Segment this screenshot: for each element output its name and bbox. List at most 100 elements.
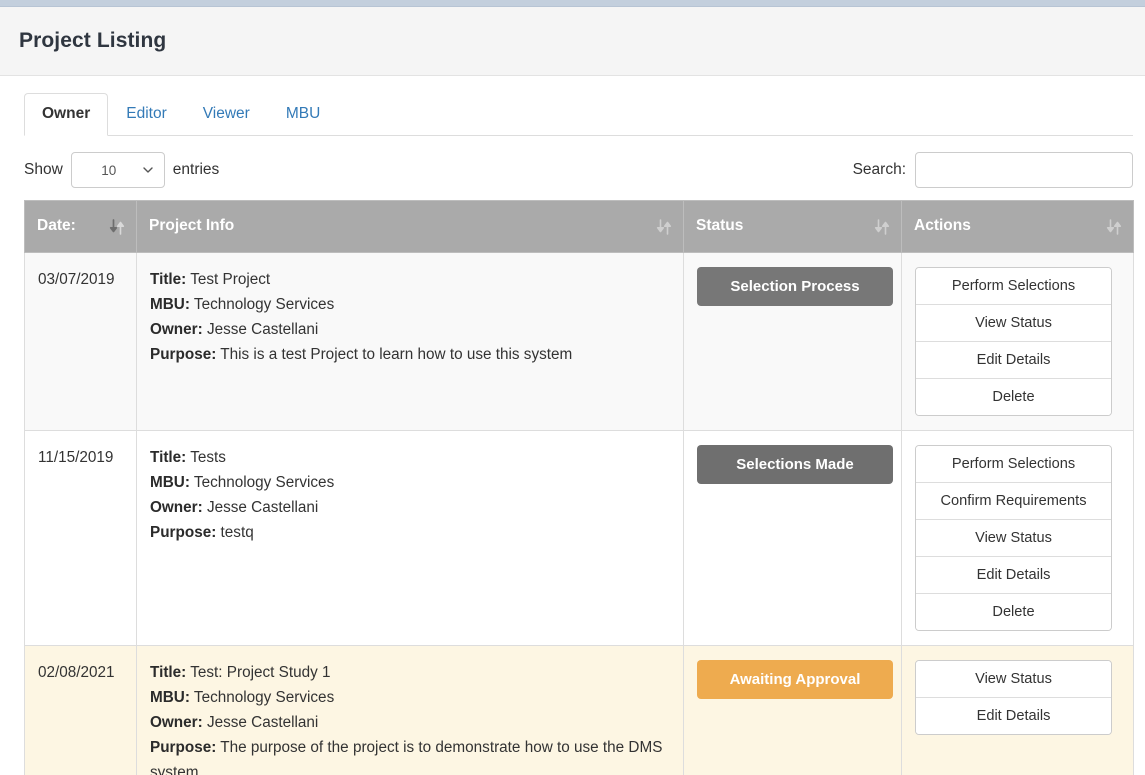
column-header-actions[interactable]: Actions (901, 200, 1134, 253)
project-purpose-label: Purpose: (150, 739, 217, 756)
project-title-value: Test: Project Study 1 (190, 664, 331, 681)
cell-date: 03/07/2019 (24, 252, 137, 431)
search-label: Search: (852, 161, 906, 178)
column-header-label: Status (696, 217, 744, 234)
project-mbu-value: Technology Services (193, 296, 335, 313)
project-purpose-value: The purpose of the project is to demonst… (150, 739, 663, 775)
project-mbu-value: Technology Services (193, 474, 335, 491)
project-purpose-label: Purpose: (150, 524, 217, 541)
column-header-label: Actions (914, 217, 971, 234)
table-controls: Show 10 entries Search: (0, 136, 1145, 200)
project-title-line: Title: Tests (150, 445, 671, 470)
action-perform-selections-button[interactable]: Perform Selections (916, 446, 1111, 482)
action-edit-details-button[interactable]: Edit Details (916, 341, 1111, 378)
header-row: Date: Project Info Status Actions (24, 200, 1134, 253)
chevron-down-icon (143, 167, 153, 176)
project-mbu-label: MBU: (150, 296, 190, 313)
entries-label: entries (172, 161, 220, 178)
status-badge[interactable]: Selection Process (697, 267, 893, 306)
project-owner-label: Owner: (150, 714, 203, 731)
projects-table-container: Date: Project Info Status Actions 03/07/201… (0, 200, 1145, 775)
sort-both-icon[interactable] (656, 218, 672, 236)
table-row: 03/07/2019 Title: Test Project MBU: Techno… (24, 252, 1134, 431)
project-purpose-line: Purpose: The purpose of the project is t… (150, 735, 671, 775)
table-row: 11/15/2019 Title: Tests MBU: Technology Se… (24, 430, 1134, 646)
status-badge[interactable]: Selections Made (697, 445, 893, 484)
project-owner-line: Owner: Jesse Castellani (150, 710, 671, 735)
project-owner-line: Owner: Jesse Castellani (150, 495, 671, 520)
column-header-status[interactable]: Status (683, 200, 902, 253)
search-control: Search: (853, 152, 1133, 188)
project-title-line: Title: Test Project (150, 267, 671, 292)
tab-label[interactable]: Editor (108, 93, 185, 136)
action-view-status-button[interactable]: View Status (916, 519, 1111, 556)
column-header-label: Project Info (149, 217, 235, 234)
action-confirm-requirements-button[interactable]: Confirm Requirements (916, 482, 1111, 519)
project-purpose-label: Purpose: (150, 346, 217, 363)
search-input[interactable] (915, 152, 1133, 188)
cell-actions: View Status Edit Details (901, 645, 1134, 775)
browser-top-strip (0, 0, 1145, 7)
tab-label[interactable]: MBU (268, 93, 338, 136)
action-button-group: Perform Selections Confirm Requirements Vi… (915, 445, 1112, 631)
tab-bar-container: Owner Editor Viewer MBU (0, 76, 1145, 136)
cell-status: Selection Process (683, 252, 902, 431)
project-owner-value: Jesse Castellani (206, 499, 319, 516)
action-button-group: View Status Edit Details (915, 660, 1112, 735)
sort-desc-icon[interactable] (109, 218, 125, 236)
tab-label[interactable]: Owner (24, 93, 109, 136)
action-view-status-button[interactable]: View Status (916, 661, 1111, 697)
project-owner-value: Jesse Castellani (206, 714, 319, 731)
sort-both-icon[interactable] (874, 218, 890, 236)
table-row: 02/08/2021 Title: Test: Project Study 1 MB… (24, 645, 1134, 775)
action-view-status-button[interactable]: View Status (916, 304, 1111, 341)
cell-project-info: Title: Test: Project Study 1 MBU: Technol… (136, 645, 684, 775)
action-perform-selections-button[interactable]: Perform Selections (916, 268, 1111, 304)
page-title: Project Listing (19, 29, 167, 52)
action-delete-button[interactable]: Delete (916, 593, 1111, 630)
cell-status: Awaiting Approval (683, 645, 902, 775)
projects-table: Date: Project Info Status Actions 03/07/201… (24, 200, 1134, 775)
action-edit-details-button[interactable]: Edit Details (916, 556, 1111, 593)
sort-both-icon[interactable] (1106, 218, 1122, 236)
action-delete-button[interactable]: Delete (916, 378, 1111, 415)
project-purpose-line: Purpose: This is a test Project to learn… (150, 342, 671, 367)
project-mbu-line: MBU: Technology Services (150, 685, 671, 710)
action-edit-details-button[interactable]: Edit Details (916, 697, 1111, 734)
project-title-value: Test Project (190, 271, 271, 288)
project-purpose-line: Purpose: testq (150, 520, 671, 545)
project-title-label: Title: (150, 449, 187, 466)
cell-project-info: Title: Tests MBU: Technology Services Owne… (136, 430, 684, 646)
tab-viewer[interactable]: Viewer (185, 93, 268, 136)
cell-date: 11/15/2019 (24, 430, 137, 646)
project-title-line: Title: Test: Project Study 1 (150, 660, 671, 685)
project-title-value: Tests (190, 449, 226, 466)
column-header-label: Date: (37, 217, 76, 234)
cell-date: 02/08/2021 (24, 645, 137, 775)
page-length-value: 10 (101, 162, 117, 178)
column-header-info[interactable]: Project Info (136, 200, 684, 253)
project-purpose-value: testq (220, 524, 254, 541)
project-owner-line: Owner: Jesse Castellani (150, 317, 671, 342)
project-owner-label: Owner: (150, 321, 203, 338)
project-mbu-value: Technology Services (193, 689, 335, 706)
table-head: Date: Project Info Status Actions (24, 200, 1134, 253)
tab-editor[interactable]: Editor (108, 93, 185, 136)
show-label: Show (24, 161, 63, 178)
status-badge[interactable]: Awaiting Approval (697, 660, 893, 699)
action-button-group: Perform Selections View Status Edit Detail… (915, 267, 1112, 416)
project-title-label: Title: (150, 271, 187, 288)
tab-owner[interactable]: Owner (24, 93, 109, 136)
page-length-select[interactable]: 10 (70, 152, 165, 188)
project-mbu-label: MBU: (150, 689, 190, 706)
project-owner-value: Jesse Castellani (206, 321, 319, 338)
tab-mbu[interactable]: MBU (268, 93, 338, 136)
project-mbu-line: MBU: Technology Services (150, 292, 671, 317)
page-header: Project Listing (0, 7, 1145, 76)
project-owner-label: Owner: (150, 499, 203, 516)
table-body: 03/07/2019 Title: Test Project MBU: Techno… (24, 252, 1134, 775)
project-title-label: Title: (150, 664, 187, 681)
tab-label[interactable]: Viewer (185, 93, 268, 136)
cell-actions: Perform Selections View Status Edit Detail… (901, 252, 1134, 431)
column-header-date[interactable]: Date: (24, 200, 137, 253)
